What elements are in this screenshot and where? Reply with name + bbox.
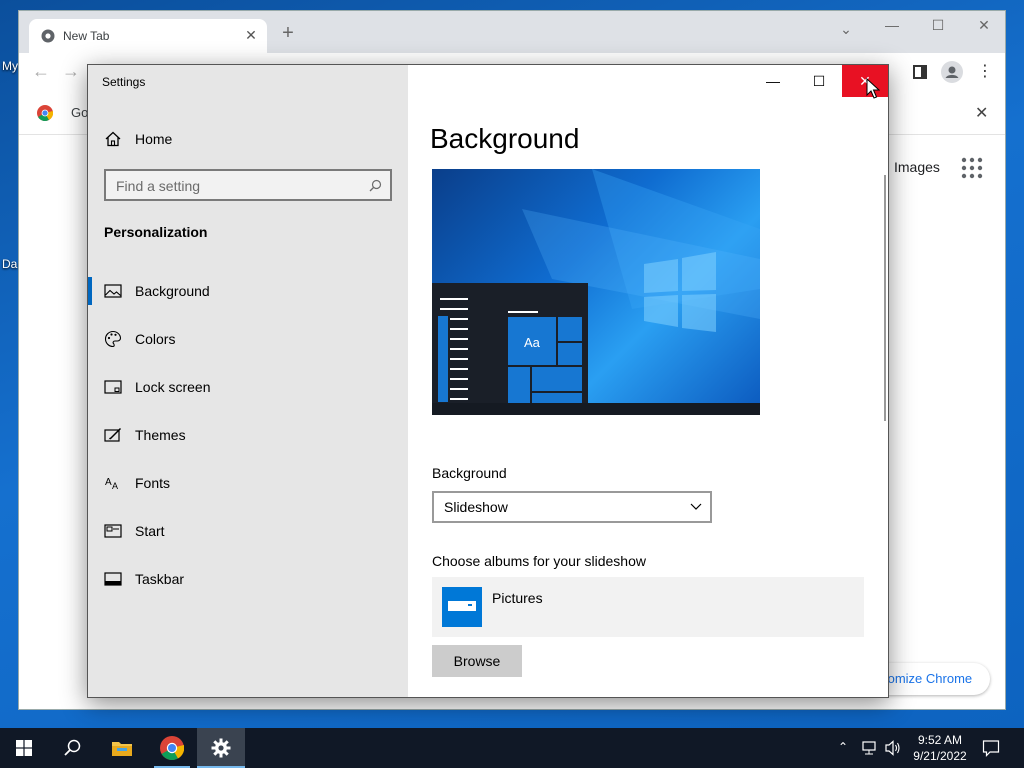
nav-home-label: Home bbox=[135, 131, 173, 147]
images-link[interactable]: Images bbox=[894, 159, 940, 175]
background-dropdown[interactable]: Slideshow bbox=[432, 491, 712, 523]
nav-background[interactable]: Background bbox=[88, 271, 408, 311]
nav-start[interactable]: Start bbox=[88, 511, 408, 551]
window-title: Settings bbox=[102, 75, 146, 89]
windows-logo-icon bbox=[16, 740, 32, 756]
start-button[interactable] bbox=[0, 728, 48, 768]
chrome-tab-strip: New Tab ✕ + ⌄ — ☐ ✕ bbox=[19, 11, 1005, 53]
folder-icon bbox=[442, 587, 482, 627]
preview-tile-text: Aa bbox=[524, 335, 540, 350]
find-setting-input[interactable]: Find a setting bbox=[104, 169, 392, 201]
album-name: Pictures bbox=[492, 590, 543, 606]
chrome-close-button[interactable]: ✕ bbox=[973, 17, 995, 34]
search-placeholder: Find a setting bbox=[116, 178, 201, 194]
nav-fonts[interactable]: A A Fonts bbox=[88, 463, 408, 503]
chrome-minimize-button[interactable]: — bbox=[881, 17, 903, 33]
svg-text:A: A bbox=[105, 477, 112, 488]
back-arrow-icon[interactable]: ← bbox=[31, 61, 51, 82]
page-title: Background bbox=[430, 123, 580, 154]
close-button[interactable]: ✕ bbox=[842, 65, 888, 97]
file-explorer-button[interactable] bbox=[98, 728, 146, 768]
lock-screen-icon bbox=[104, 380, 122, 394]
forward-arrow-icon[interactable]: → bbox=[61, 61, 81, 82]
picture-icon bbox=[104, 284, 122, 298]
settings-content: — ☐ ✕ Background Aa Background Slideshow… bbox=[408, 65, 888, 697]
settings-taskbar-button[interactable] bbox=[197, 728, 245, 768]
nav-lock-screen[interactable]: Lock screen bbox=[88, 367, 408, 407]
albums-label: Choose albums for your slideshow bbox=[432, 553, 646, 569]
nav-label: Fonts bbox=[135, 475, 171, 491]
chrome-favicon-icon bbox=[41, 29, 55, 43]
gear-icon bbox=[211, 738, 231, 758]
nav-label: Themes bbox=[135, 427, 186, 443]
side-panel-icon[interactable] bbox=[913, 65, 927, 79]
clock-date: 9/21/2022 bbox=[913, 749, 967, 763]
settings-sidebar: Settings Home Find a setting Personaliza… bbox=[88, 65, 408, 697]
nav-label: Taskbar bbox=[135, 571, 185, 587]
search-icon bbox=[64, 739, 81, 756]
background-preview: Aa bbox=[432, 169, 760, 415]
network-icon[interactable] bbox=[862, 741, 880, 755]
nav-label: Colors bbox=[135, 331, 176, 347]
nav-label: Start bbox=[135, 523, 165, 539]
google-apps-icon[interactable] bbox=[960, 156, 984, 180]
search-button[interactable] bbox=[48, 728, 96, 768]
chrome-maximize-button[interactable]: ☐ bbox=[927, 17, 949, 34]
nav-taskbar[interactable]: Taskbar bbox=[88, 559, 408, 599]
settings-window: Settings Home Find a setting Personaliza… bbox=[87, 64, 889, 698]
fonts-icon: A A bbox=[105, 477, 118, 491]
notification-icon[interactable] bbox=[982, 739, 1000, 757]
mouse-cursor-icon bbox=[866, 78, 880, 99]
maximize-button[interactable]: ☐ bbox=[796, 65, 842, 97]
profile-avatar-icon[interactable] bbox=[941, 61, 963, 83]
minimize-button[interactable]: — bbox=[750, 65, 796, 97]
chrome-menu-icon[interactable]: ⋮ bbox=[975, 61, 995, 81]
chrome-taskbar-button[interactable] bbox=[148, 728, 196, 768]
chevron-down-icon bbox=[690, 503, 702, 510]
chrome-tab[interactable]: New Tab ✕ bbox=[29, 19, 267, 53]
windows-wallpaper-image bbox=[432, 169, 760, 415]
section-title: Personalization bbox=[104, 224, 208, 240]
volume-icon[interactable] bbox=[884, 740, 902, 756]
desktop-icon-label[interactable]: Da bbox=[2, 257, 17, 271]
background-dropdown-value: Slideshow bbox=[444, 499, 508, 515]
search-icon bbox=[369, 179, 382, 192]
folder-icon bbox=[112, 742, 132, 756]
browse-button[interactable]: Browse bbox=[432, 645, 522, 677]
new-tab-button[interactable]: + bbox=[277, 23, 299, 45]
taskbar: ⌃ 9:52 AM 9/21/2022 bbox=[0, 728, 1024, 768]
tab-title: New Tab bbox=[63, 29, 110, 43]
bar-close-icon[interactable]: ✕ bbox=[975, 103, 988, 123]
taskbar-icon bbox=[104, 572, 122, 586]
background-label: Background bbox=[432, 465, 507, 481]
bookmark-text[interactable]: Go bbox=[71, 105, 88, 120]
clock-time: 9:52 AM bbox=[917, 733, 963, 747]
themes-icon bbox=[104, 427, 122, 442]
nav-colors[interactable]: Colors bbox=[88, 319, 408, 359]
tab-search-chevron-icon[interactable]: ⌄ bbox=[835, 21, 857, 38]
start-icon bbox=[104, 524, 122, 538]
customize-chrome-label: tomize Chrome bbox=[884, 671, 973, 686]
svg-text:A: A bbox=[112, 481, 118, 491]
home-icon bbox=[105, 131, 121, 147]
nav-themes[interactable]: Themes bbox=[88, 415, 408, 455]
chrome-logo-icon bbox=[37, 105, 53, 121]
desktop-icon-label[interactable]: My bbox=[2, 59, 18, 73]
tab-close-icon[interactable]: ✕ bbox=[243, 27, 259, 43]
clock[interactable]: 9:52 AM 9/21/2022 bbox=[904, 732, 976, 764]
nav-home[interactable]: Home bbox=[88, 119, 408, 159]
album-item-pictures[interactable]: Pictures bbox=[432, 577, 864, 637]
chrome-logo-icon bbox=[160, 736, 184, 760]
palette-icon bbox=[105, 330, 122, 348]
nav-label: Background bbox=[135, 283, 210, 299]
nav-label: Lock screen bbox=[135, 379, 211, 395]
chevron-up-icon[interactable]: ⌃ bbox=[838, 740, 854, 754]
content-scrollbar[interactable] bbox=[884, 175, 886, 421]
